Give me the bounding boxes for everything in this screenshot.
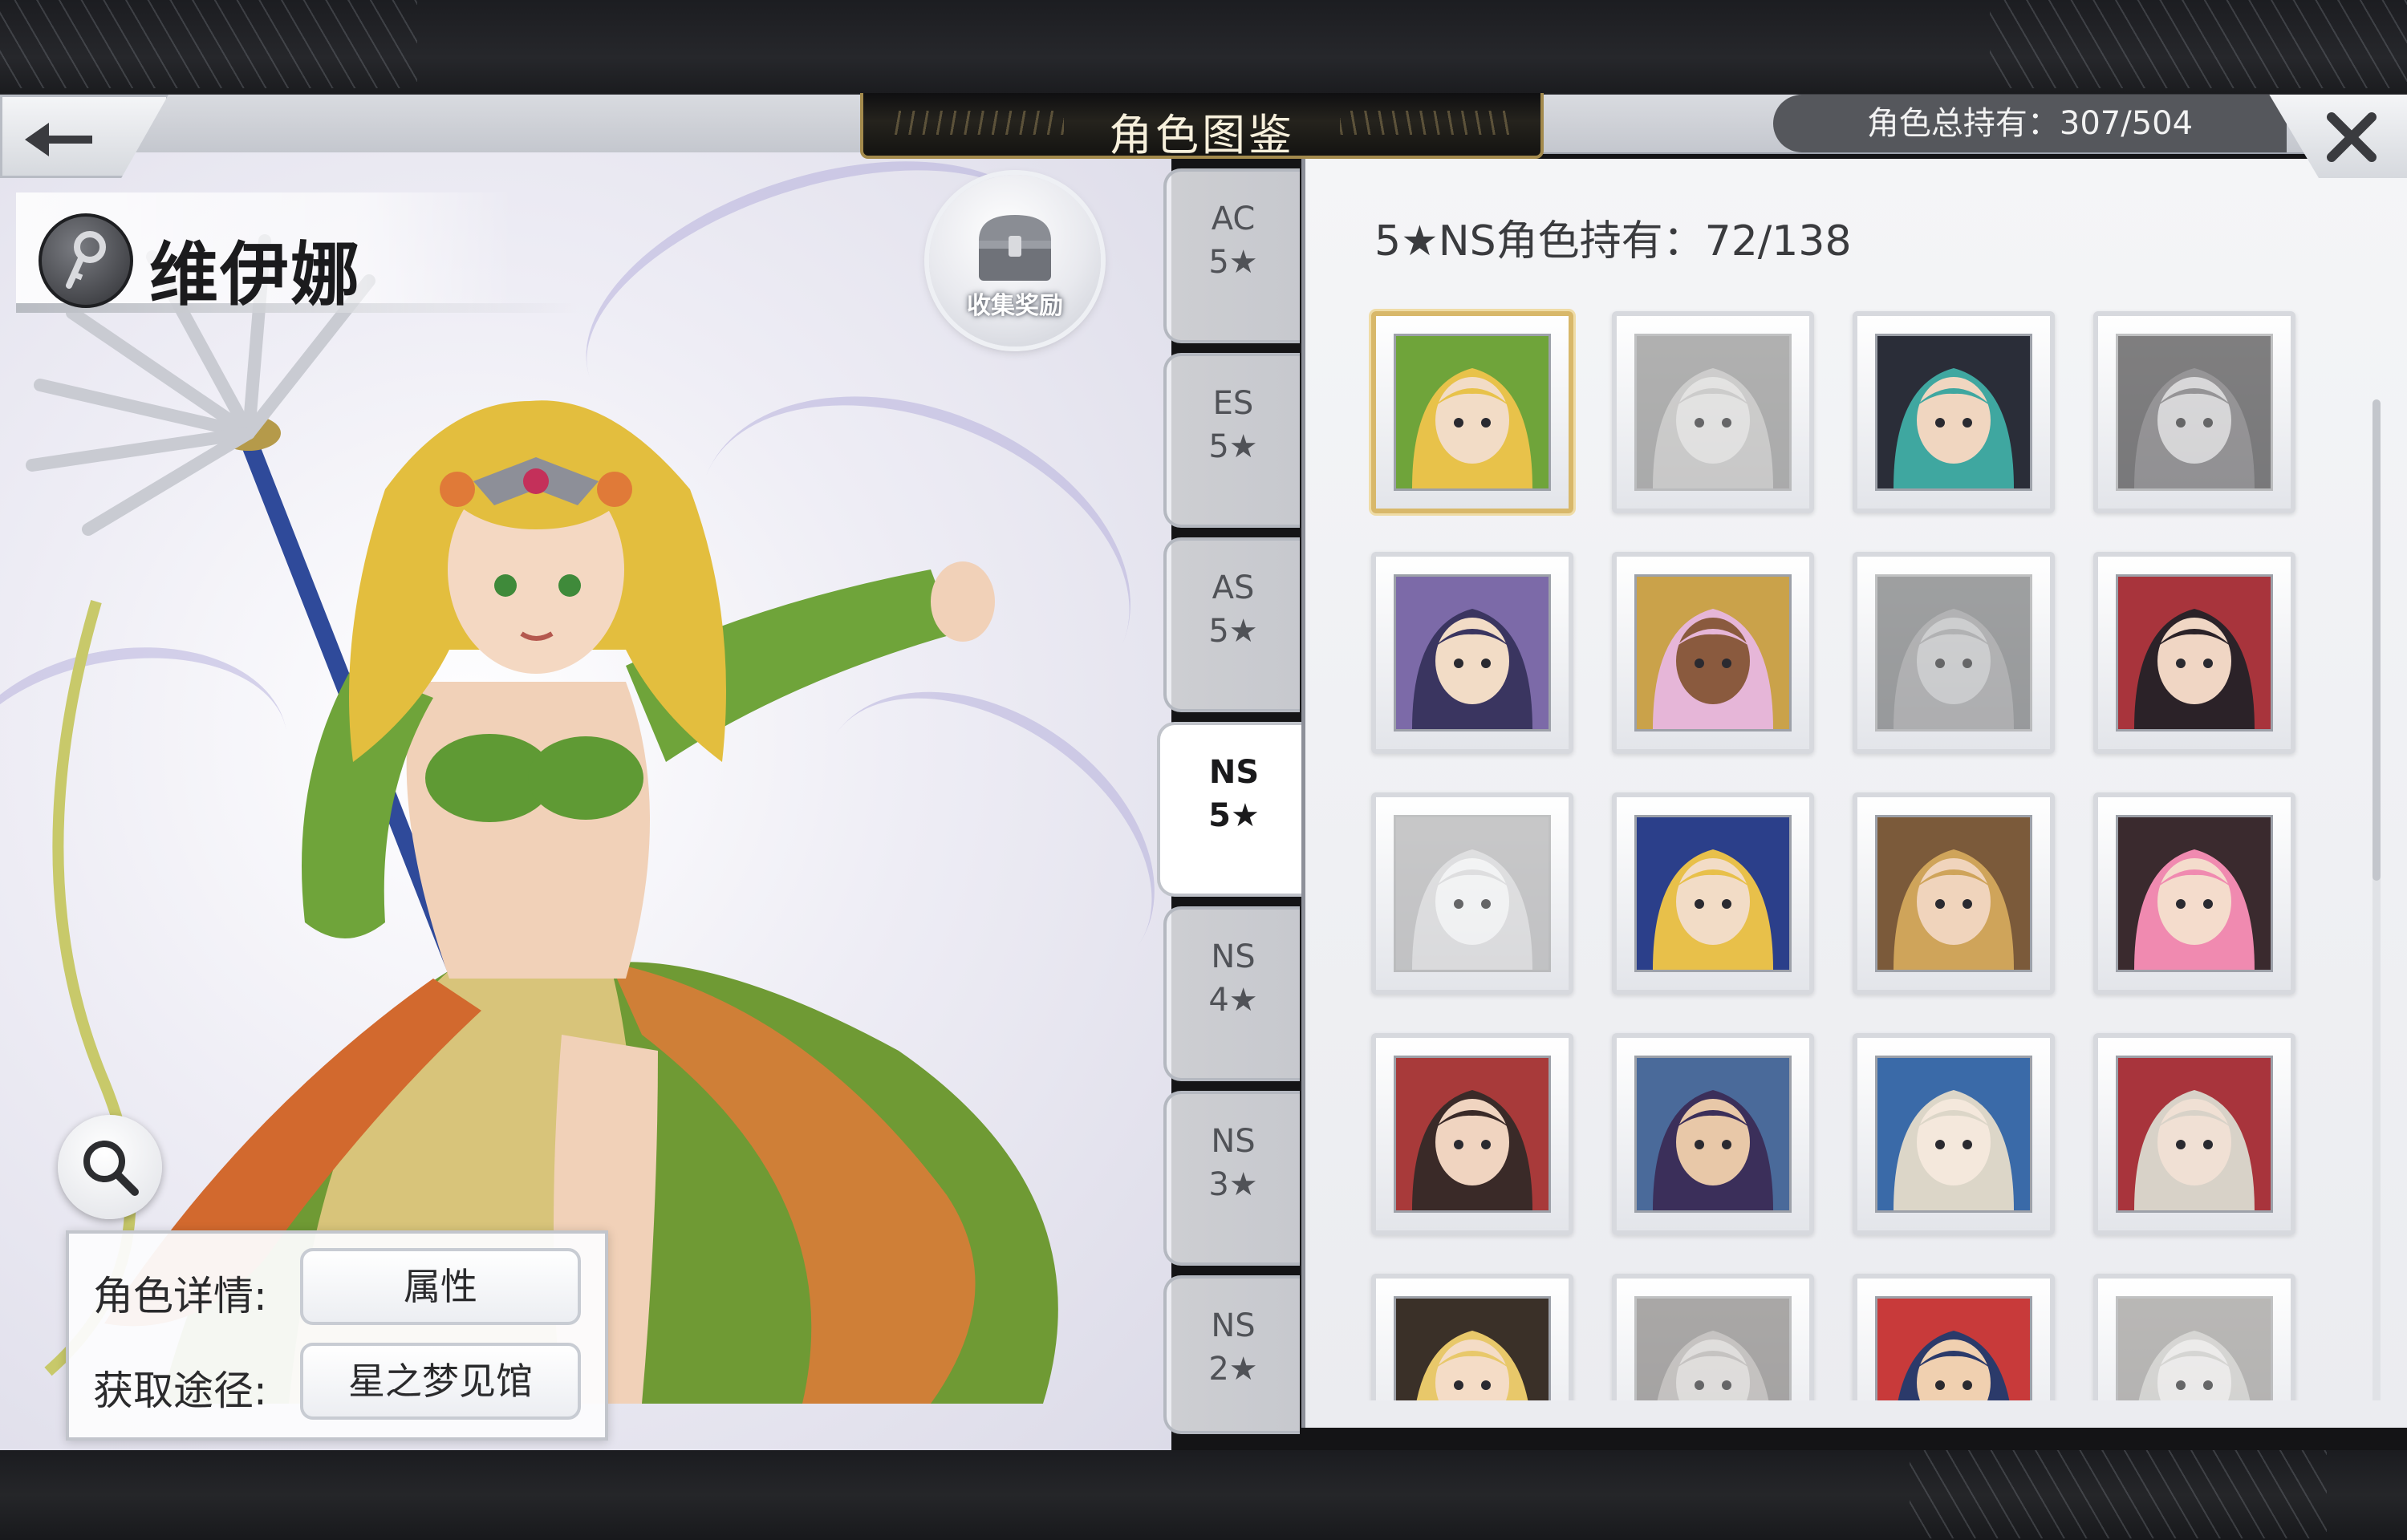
tab-type-label: NS	[1208, 754, 1260, 791]
tab-stars-label: 4★	[1208, 982, 1258, 1019]
character-portrait	[1634, 1056, 1792, 1213]
tab-type-label: NS	[1211, 1123, 1256, 1160]
tab-type-label: AC	[1211, 201, 1256, 237]
character-portrait	[1875, 1296, 2032, 1400]
tab-ns-5star[interactable]: NS 5★	[1157, 722, 1308, 897]
character-name: 维伊娜	[149, 235, 361, 315]
character-portrait	[1394, 334, 1551, 491]
character-card[interactable]	[1853, 792, 2055, 995]
character-portrait	[1634, 334, 1792, 491]
character-portrait	[1875, 574, 2032, 732]
tab-stars-label: 5★	[1208, 613, 1258, 650]
character-info-panel: 角色详情: 属性 获取途径: 星之梦见馆	[66, 1230, 608, 1441]
details-label: 角色详情:	[93, 1273, 267, 1319]
tab-stars-label: 5★	[1208, 797, 1260, 834]
character-portrait	[1394, 1056, 1551, 1213]
tab-stars-label: 2★	[1208, 1351, 1258, 1388]
character-card[interactable]	[1612, 1274, 1814, 1400]
tab-type-label: AS	[1212, 569, 1255, 606]
tab-stars-label: 3★	[1208, 1166, 1258, 1203]
character-portrait	[2116, 574, 2273, 732]
tab-ns-2star[interactable]: NS 2★	[1163, 1275, 1300, 1434]
character-portrait	[1394, 815, 1551, 972]
source-label: 获取途径:	[93, 1368, 267, 1414]
character-encyclopedia-screen: 维伊娜 收集奖励 角色详情: 属性 获取途径: 星之梦见馆 AC 5★ ES 5…	[0, 0, 2407, 1540]
tab-stars-label: 5★	[1208, 244, 1258, 281]
character-card[interactable]	[1612, 1033, 1814, 1235]
scroll-thumb[interactable]	[2372, 399, 2381, 881]
character-card[interactable]	[1612, 311, 1814, 513]
character-card[interactable]	[1612, 552, 1814, 754]
character-card[interactable]	[1371, 1274, 1573, 1400]
character-portrait	[1875, 815, 2032, 972]
tab-ns-3star[interactable]: NS 3★	[1163, 1091, 1300, 1266]
character-portrait	[2116, 1296, 2273, 1400]
tab-ns-4star[interactable]: NS 4★	[1163, 906, 1300, 1081]
character-portrait	[1634, 1296, 1792, 1400]
character-portrait	[2116, 815, 2273, 972]
character-card[interactable]	[1853, 552, 2055, 754]
tab-as-5star[interactable]: AS 5★	[1163, 537, 1300, 712]
roster-scrollbar[interactable]	[2372, 399, 2381, 1400]
tab-type-label: NS	[1211, 938, 1256, 975]
character-portrait	[1875, 334, 2032, 491]
character-card[interactable]	[1371, 552, 1573, 754]
tab-ac-5star[interactable]: AC 5★	[1163, 168, 1300, 343]
bottom-frame	[0, 1450, 2407, 1540]
attributes-button[interactable]: 属性	[300, 1248, 581, 1325]
tab-es-5star[interactable]: ES 5★	[1163, 353, 1300, 528]
magnifier-icon	[83, 1141, 139, 1196]
character-portrait	[1634, 574, 1792, 732]
character-card[interactable]	[2093, 1274, 2295, 1400]
character-card[interactable]	[1853, 311, 2055, 513]
character-portrait	[1875, 1056, 2032, 1213]
frame-ornament	[1910, 1450, 2327, 1538]
collection-reward-label: 收集奖励	[967, 292, 1063, 320]
character-portrait	[1394, 1296, 1551, 1400]
character-card[interactable]	[2093, 311, 2295, 513]
key-icon	[39, 213, 133, 308]
category-tabs: AC 5★ ES 5★ AS 5★ NS 5★ NS 4★ NS 3★ NS 2…	[1157, 168, 1308, 1434]
page-title: 角色图鉴	[1109, 110, 1295, 160]
collection-reward-button[interactable]: 收集奖励	[929, 175, 1101, 346]
source-button[interactable]: 星之梦见馆	[300, 1343, 581, 1420]
tab-stars-label: 5★	[1208, 428, 1258, 465]
character-card[interactable]	[1853, 1274, 2055, 1400]
frame-ornament	[1990, 0, 2407, 88]
title-plate: 角色图鉴	[860, 93, 1544, 160]
treasure-chest-icon	[979, 215, 1051, 281]
character-portrait	[1634, 815, 1792, 972]
roster-heading: 5★NS角色持有：72/138	[1374, 217, 1852, 265]
back-arrow-icon	[25, 123, 92, 156]
character-portrait	[2116, 1056, 2273, 1213]
character-card[interactable]	[1371, 1033, 1573, 1235]
frame-ornament	[0, 0, 417, 88]
character-card[interactable]	[1853, 1033, 2055, 1235]
roster-panel: 5★NS角色持有：72/138	[1301, 159, 2407, 1428]
character-card[interactable]	[1612, 792, 1814, 995]
tab-type-label: ES	[1212, 385, 1254, 422]
character-portrait	[2116, 334, 2273, 491]
close-icon	[2327, 112, 2377, 162]
total-owned-counter: 角色总持有：307/504	[1773, 95, 2287, 152]
character-grid[interactable]	[1305, 279, 2407, 1400]
zoom-button[interactable]	[58, 1115, 162, 1219]
character-card[interactable]	[1371, 792, 1573, 995]
character-portrait	[1394, 574, 1551, 732]
top-frame	[0, 0, 2407, 96]
character-card[interactable]	[2093, 552, 2295, 754]
tab-type-label: NS	[1211, 1307, 1256, 1344]
character-card[interactable]	[1371, 311, 1573, 513]
character-card[interactable]	[2093, 1033, 2295, 1235]
character-card[interactable]	[2093, 792, 2295, 995]
